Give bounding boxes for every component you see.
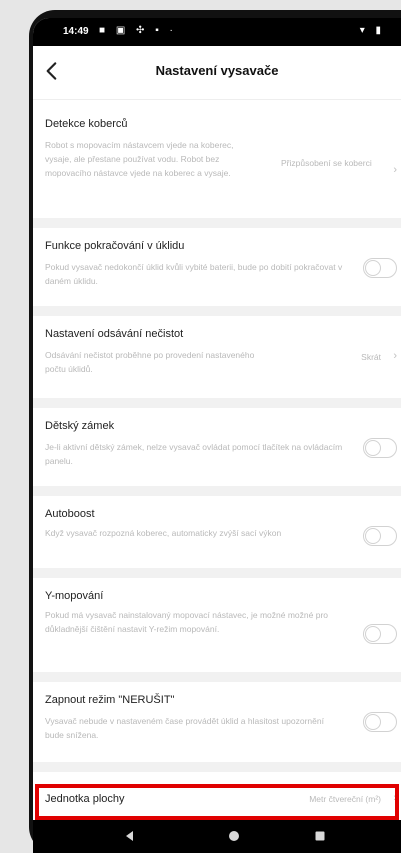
- screen: 14:49 ■ ▣ ✣ ▪ · ▾ ▮ Nastavení vysavače D…: [33, 18, 401, 853]
- page-title: Nastavení vysavače: [155, 63, 279, 78]
- setting-description: Je-li aktivní dětský zámek, nelze vysava…: [45, 442, 343, 466]
- setting-title: Dětský zámek: [45, 420, 115, 432]
- resume-cleaning-toggle[interactable]: [363, 258, 397, 278]
- setting-title: Autoboost: [45, 508, 95, 520]
- nav-home-icon[interactable]: [227, 829, 241, 843]
- setting-value: Metr čtvereční (m²): [309, 794, 381, 804]
- setting-description: Robot s mopovacím nástavcem vjede na kob…: [45, 140, 234, 178]
- setting-description: Když vysavač rozpozná koberec, automatic…: [45, 528, 282, 538]
- nav-back-icon[interactable]: [123, 829, 137, 843]
- toggle-knob: [365, 714, 381, 730]
- row-divider: [33, 486, 401, 496]
- child-lock-toggle[interactable]: [363, 438, 397, 458]
- setting-description: Vysavač nebude v nastaveném čase provádě…: [45, 716, 324, 740]
- nav-recent-icon[interactable]: [313, 829, 327, 843]
- setting-title: Zapnout režim "NERUŠIT": [45, 694, 175, 706]
- status-notification-icons: ■ ▣ ✣ ▪ ·: [99, 25, 177, 36]
- setting-title: Detekce koberců: [45, 118, 128, 130]
- setting-value: Přizpůsobení se koberci: [281, 158, 372, 168]
- setting-title: Nastavení odsávání nečistot: [45, 328, 184, 340]
- setting-description: Pokud má vysavač nainstalovaný mopovací …: [45, 610, 329, 634]
- status-bar: 14:49 ■ ▣ ✣ ▪ · ▾ ▮: [33, 18, 401, 46]
- setting-title: Jednotka plochy: [45, 793, 125, 805]
- chevron-right-icon: ›: [393, 792, 397, 804]
- row-divider: [33, 398, 401, 408]
- setting-y-mopping: Y-mopování Pokud má vysavač nainstalovan…: [33, 578, 401, 682]
- row-divider: [33, 568, 401, 578]
- status-time: 14:49: [63, 26, 89, 37]
- row-divider: [33, 306, 401, 316]
- app-bar: Nastavení vysavače: [33, 46, 401, 98]
- setting-title: Funkce pokračování v úklidu: [45, 240, 185, 252]
- chevron-right-icon: ›: [393, 350, 397, 362]
- toggle-knob: [365, 626, 381, 642]
- row-divider: [33, 762, 401, 772]
- setting-title: Y-mopování: [45, 590, 104, 602]
- setting-resume-cleaning: Funkce pokračování v úklidu Pokud vysava…: [33, 228, 401, 316]
- setting-value: Skrát: [361, 352, 381, 362]
- setting-autoboost: Autoboost Když vysavač rozpozná koberec,…: [33, 496, 401, 578]
- setting-area-unit[interactable]: Jednotka plochy Metr čtvereční (m²) ›: [33, 772, 401, 820]
- setting-dirt-emptying[interactable]: Nastavení odsávání nečistot Odsávání neč…: [33, 316, 401, 408]
- setting-description: Pokud vysavač nedokončí úklid kvůli vybi…: [45, 262, 343, 286]
- autoboost-toggle[interactable]: [363, 526, 397, 546]
- toggle-knob: [365, 260, 381, 276]
- do-not-disturb-toggle[interactable]: [363, 712, 397, 732]
- status-system-icons: ▾ ▮: [359, 25, 385, 36]
- setting-carpet-detection[interactable]: Detekce koberců Robot s mopovacím nástav…: [33, 108, 401, 228]
- setting-child-lock: Dětský zámek Je-li aktivní dětský zámek,…: [33, 408, 401, 496]
- chevron-right-icon: ›: [393, 164, 397, 176]
- toggle-knob: [365, 528, 381, 544]
- navigation-bar: [33, 820, 401, 853]
- row-divider: [33, 672, 401, 682]
- setting-do-not-disturb: Zapnout režim "NERUŠIT" Vysavač nebude v…: [33, 682, 401, 772]
- toggle-knob: [365, 440, 381, 456]
- setting-description: Odsávání nečistot proběhne po provedení …: [45, 350, 255, 374]
- y-mopping-toggle[interactable]: [363, 624, 397, 644]
- app-bar-divider: [33, 99, 401, 100]
- row-divider: [33, 218, 401, 228]
